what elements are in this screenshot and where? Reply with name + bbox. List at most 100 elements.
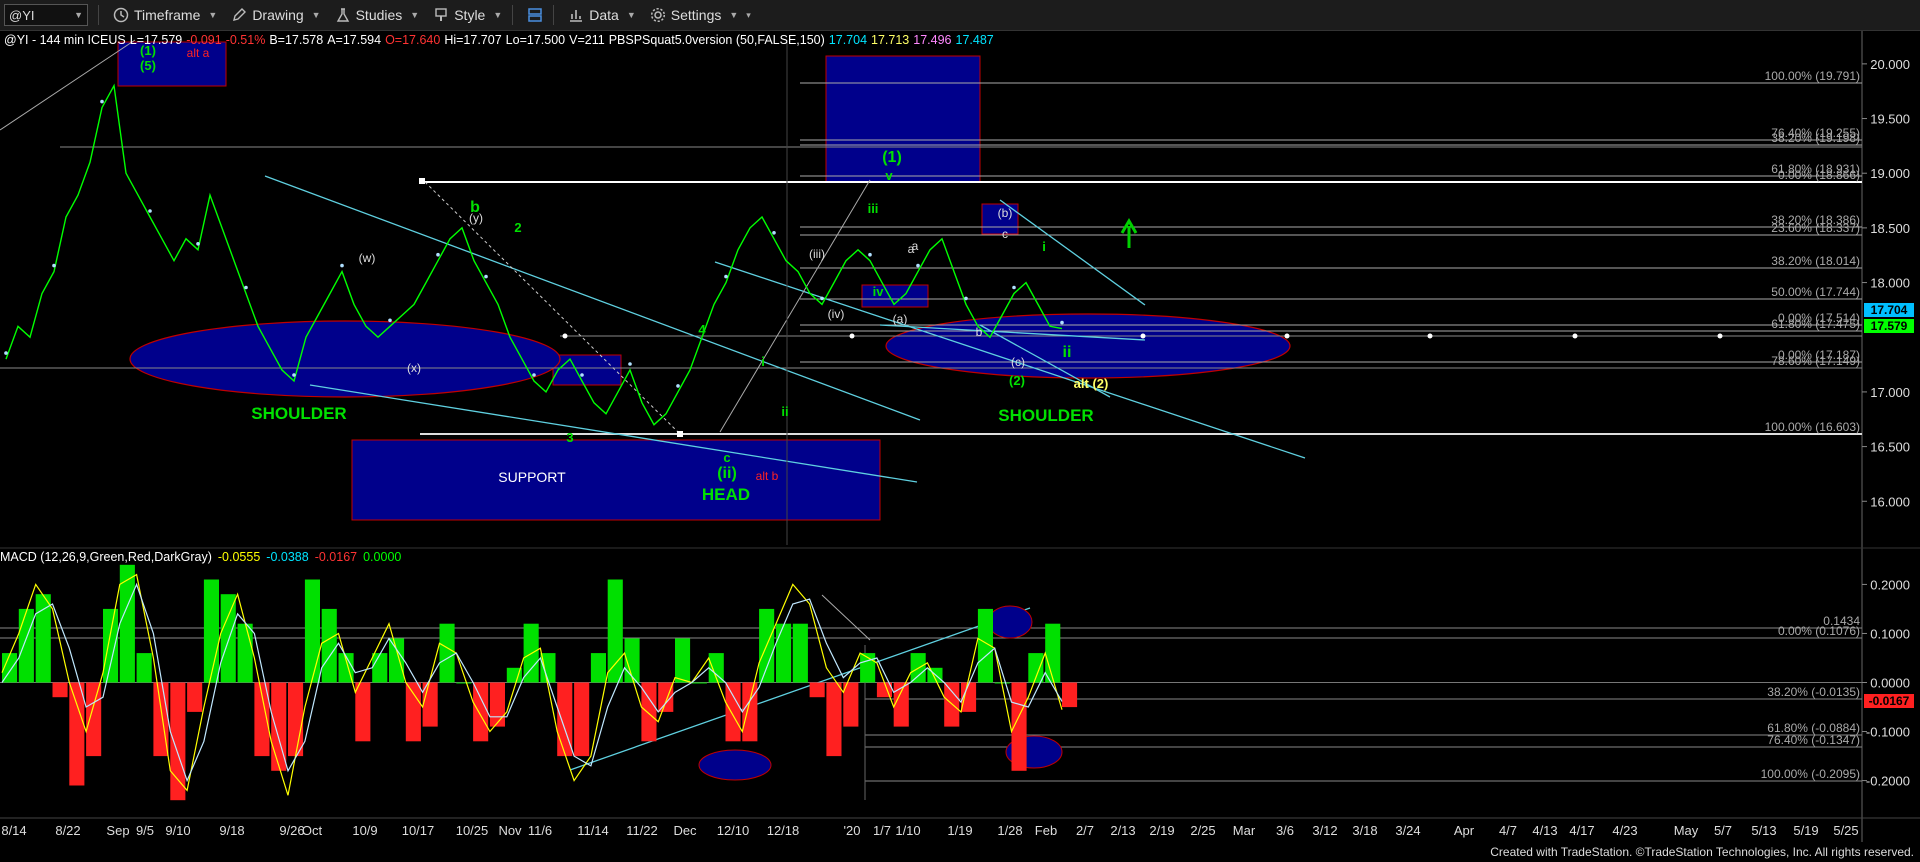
macd-histogram-bar (439, 623, 455, 683)
chevron-down-icon[interactable]: ▼ (74, 10, 83, 20)
chevron-down-icon: ▼ (729, 10, 739, 20)
time-axis-label: 12/10 (717, 823, 750, 838)
copyright-text: Created with TradeStation. ©TradeStation… (1490, 845, 1914, 859)
settings-button[interactable]: Settings ▼ (650, 7, 739, 23)
macd-histogram-bar (237, 623, 253, 683)
chevron-down-icon: ▼ (493, 10, 503, 20)
toolbar-divider (98, 5, 99, 25)
price-pivot-marker (52, 263, 56, 268)
line-handle (677, 431, 683, 437)
macd-histogram-bar (18, 608, 34, 683)
macd-header-value: -0.0555 (218, 550, 260, 564)
time-axis-label: 4/23 (1612, 823, 1637, 838)
symbol-text: @YI (9, 7, 35, 23)
data-button[interactable]: Data ▼ (568, 7, 636, 23)
price-pivot-marker (580, 373, 584, 377)
fib-label: 100.00% (16.603) (1765, 420, 1860, 434)
price-pivot-marker (340, 263, 344, 268)
timeframe-button[interactable]: Timeframe ▼ (113, 7, 217, 23)
wave-label: (1) (882, 149, 902, 166)
wave-label: 4 (698, 322, 706, 337)
layout-button[interactable] (527, 7, 543, 23)
time-axis-label: 1/10 (895, 823, 920, 838)
wave-label: (2) (1009, 373, 1025, 388)
macd-histogram-bar (203, 579, 219, 683)
wave-box (552, 354, 622, 386)
time-axis-label: Mar (1233, 823, 1256, 838)
header-field: 17.496 (913, 33, 951, 47)
macd-fib-label: 100.00% (-0.2095) (1761, 767, 1860, 781)
time-axis-label: 3/12 (1312, 823, 1337, 838)
chevron-down-icon: ▼ (626, 10, 636, 20)
line-handle (1717, 333, 1723, 339)
macd-histogram-bar (792, 623, 808, 683)
price-pivot-marker (772, 231, 776, 235)
drawing-button[interactable]: Drawing ▼ (231, 7, 321, 23)
header-field: 17.713 (871, 33, 909, 47)
time-axis-label: 5/25 (1833, 823, 1858, 838)
macd-histogram-bar (843, 682, 859, 727)
time-axis-label: 11/6 (528, 823, 552, 838)
price-pivot-marker (436, 252, 440, 257)
symbol-input[interactable]: @YI ▼ (4, 4, 88, 26)
wave-label: (5) (140, 58, 156, 73)
studies-label: Studies (355, 7, 403, 23)
time-axis-label: 10/25 (456, 823, 489, 838)
wave-label: (iv) (828, 307, 845, 321)
price-pivot-marker (916, 263, 920, 268)
time-axis-label: 11/22 (626, 823, 658, 838)
time-axis-label: 2/13 (1110, 823, 1135, 838)
header-field: V=211 (569, 33, 605, 47)
macd-histogram-bar (590, 653, 606, 683)
price-pivot-marker (868, 252, 872, 257)
price-axis-label: 18.500 (1870, 221, 1910, 236)
layout-icon (528, 8, 543, 22)
time-axis-label: 11/14 (577, 823, 609, 838)
chevron-down-icon: ▼ (208, 10, 218, 20)
projection-line (424, 181, 681, 435)
macd-histogram-bar (220, 594, 236, 683)
chevron-down-icon[interactable]: ▾ (746, 10, 751, 21)
alt-a-box (117, 41, 227, 87)
studies-button[interactable]: Studies ▼ (335, 7, 420, 23)
price-pivot-marker (100, 99, 104, 104)
wave-label: iii (868, 201, 879, 216)
time-axis-label: 1/19 (947, 823, 972, 838)
time-axis-label: 4/13 (1532, 823, 1557, 838)
header-field: PBSPSquat5.0version (50,FALSE,150) (609, 33, 825, 47)
macd-histogram-bar (136, 653, 152, 683)
wave-label: i (1042, 239, 1046, 254)
price-pivot-marker (1060, 320, 1064, 325)
time-axis-label: Apr (1454, 823, 1475, 838)
time-axis-label: 2/25 (1190, 823, 1215, 838)
fib-label: 38.20% (18.014) (1771, 254, 1860, 268)
line-handle (1572, 333, 1578, 339)
chevron-down-icon: ▼ (410, 10, 420, 20)
flask-icon (336, 8, 349, 22)
style-button[interactable]: Style ▼ (433, 7, 502, 23)
macd-histogram-bar (826, 682, 842, 757)
fib-label: 61.80% (17.475) (1771, 317, 1860, 331)
macd-histogram-bar (170, 682, 186, 801)
trendline (999, 199, 1146, 306)
price-pivot-marker (388, 318, 392, 323)
support-box (351, 439, 881, 521)
time-axis-label: 9/18 (219, 823, 244, 838)
macd-histogram-bar (405, 682, 421, 742)
price-pivot-marker (964, 296, 968, 301)
drawing-label: Drawing (252, 7, 304, 23)
price-axis-label: 16.000 (1870, 494, 1910, 509)
wave-label: (w) (359, 251, 376, 265)
macd-histogram-bar (372, 653, 388, 683)
chart-area[interactable]: 20.000 19.500 19.000 18.500 18.000 17.000 16.5… (0, 31, 1920, 842)
macd-histogram-bar (355, 682, 371, 742)
price-axis-label: 19.500 (1870, 112, 1910, 127)
toolbar-divider (553, 5, 555, 25)
wave-label: alt (2) (1074, 376, 1109, 391)
macd-divergence-ellipse (987, 605, 1033, 639)
time-axis-label: 1/28 (997, 823, 1022, 838)
macd-header: MACD (12,26,9,Green,Red,DarkGray) -0.0555… (0, 550, 401, 564)
time-axis-label: '20 (844, 823, 861, 838)
chevron-down-icon: ▼ (311, 10, 321, 20)
macd-trendline (821, 594, 871, 641)
